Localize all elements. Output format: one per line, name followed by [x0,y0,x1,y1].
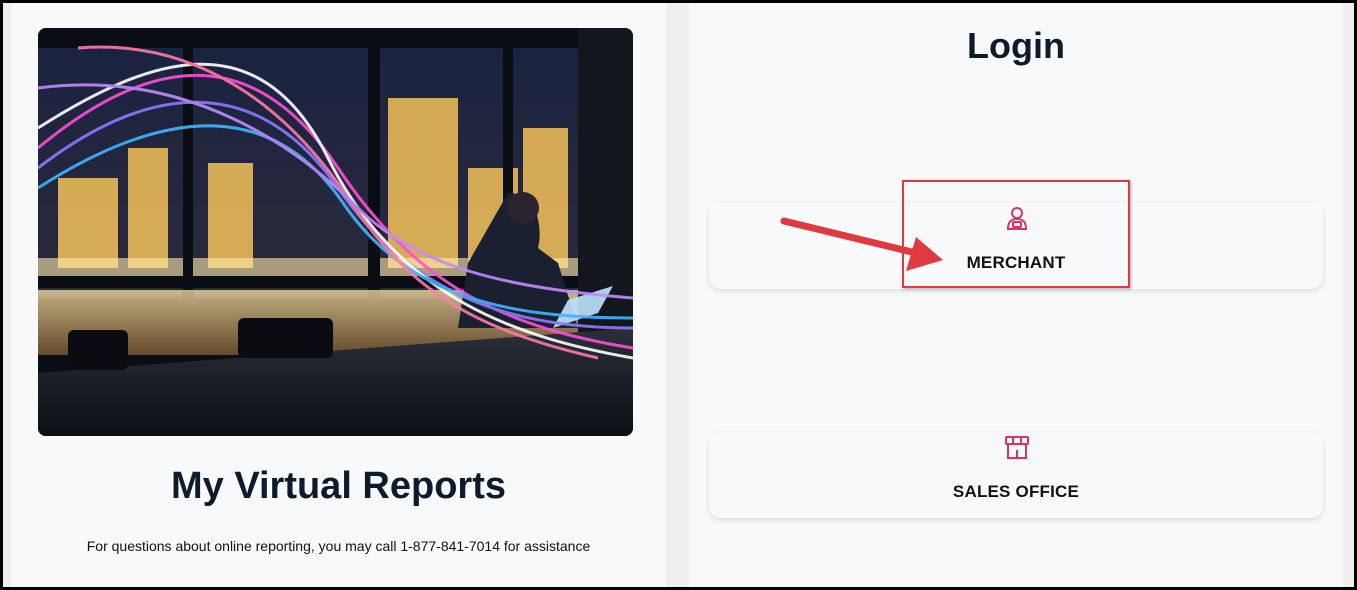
annotation-arrow [780,217,943,271]
help-text: For questions about online reporting, yo… [86,538,591,554]
sales-office-login-card[interactable]: SALES OFFICE [709,432,1323,518]
login-title: Login [967,25,1065,66]
storefront-icon [1004,434,1030,460]
login-panel: Login MERCHANT SALES OFFICE [689,3,1343,587]
sales-office-label: SALES OFFICE [952,482,1080,501]
hero-image [38,28,633,436]
brand-title: My Virtual Reports [170,465,507,507]
branding-panel: My Virtual Reports For questions about o… [11,3,666,587]
page-frame: My Virtual Reports For questions about o… [3,3,1354,587]
